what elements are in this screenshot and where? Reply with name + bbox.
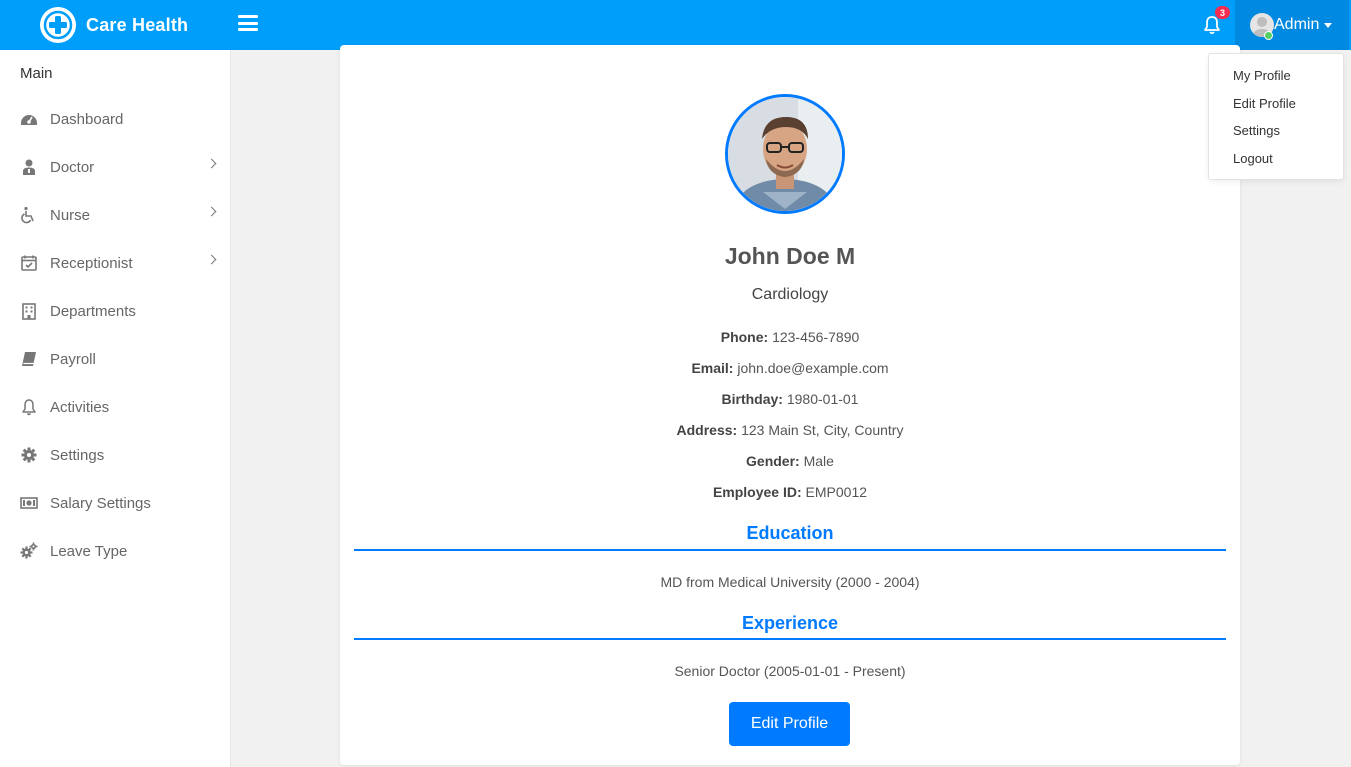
online-status-dot bbox=[1264, 31, 1273, 40]
sidebar-item-label: Settings bbox=[50, 446, 105, 464]
info-employee-id: Employee ID: EMP0012 bbox=[340, 484, 1240, 500]
sidebar-item-label: Dashboard bbox=[50, 110, 124, 128]
doctor-icon bbox=[20, 158, 38, 176]
sidebar-item-dashboard[interactable]: Dashboard bbox=[0, 95, 231, 143]
user-dropdown-menu: My Profile Edit Profile Settings Logout bbox=[1208, 53, 1344, 180]
experience-divider bbox=[354, 638, 1226, 640]
field-value: john.doe@example.com bbox=[737, 360, 889, 376]
menu-item-settings[interactable]: Settings bbox=[1233, 123, 1280, 138]
top-header: Care Health bbox=[0, 0, 1351, 50]
building-icon bbox=[20, 302, 38, 320]
education-heading: Education bbox=[746, 523, 834, 543]
brand-name: Care Health bbox=[86, 14, 189, 35]
profile-photo bbox=[725, 94, 845, 214]
profile-card: John Doe M Cardiology Phone: 123-456-789… bbox=[340, 45, 1240, 765]
field-value: 1980-01-01 bbox=[786, 391, 859, 407]
profile-name: John Doe M bbox=[724, 243, 856, 269]
sidebar-item-departments[interactable]: Departments bbox=[0, 287, 231, 335]
info-birthday: Birthday: 1980-01-01 bbox=[340, 391, 1240, 407]
bell-icon bbox=[20, 398, 38, 416]
experience-heading: Experience bbox=[741, 613, 839, 633]
caret-down-icon bbox=[1324, 22, 1333, 28]
sidebar-item-settings[interactable]: Settings bbox=[0, 431, 231, 479]
sidebar-item-label: Receptionist bbox=[50, 254, 133, 272]
dashboard-icon bbox=[20, 110, 38, 128]
info-address: Address: 123 Main St, City, Country bbox=[340, 422, 1240, 438]
book-icon bbox=[20, 350, 38, 368]
sidebar-item-label: Payroll bbox=[50, 350, 96, 368]
gears-icon bbox=[20, 542, 38, 560]
info-gender: Gender: Male bbox=[340, 453, 1240, 469]
user-name: Admin bbox=[1274, 16, 1320, 33]
field-value: EMP0012 bbox=[805, 484, 868, 500]
brand[interactable]: Care Health bbox=[40, 7, 188, 43]
info-phone: Phone: 123-456-7890 bbox=[340, 329, 1240, 345]
field-label: Phone: bbox=[720, 329, 769, 345]
sidebar-item-salary-settings[interactable]: Salary Settings bbox=[0, 479, 231, 527]
calendar-check-icon bbox=[20, 254, 38, 272]
sidebar-item-label: Leave Type bbox=[50, 542, 128, 560]
field-value: 123-456-7890 bbox=[772, 329, 860, 345]
menu-item-logout[interactable]: Logout bbox=[1233, 151, 1273, 166]
sidebar-item-leave-type[interactable]: Leave Type bbox=[0, 527, 231, 575]
sidebar-item-label: Salary Settings bbox=[50, 494, 151, 512]
sidebar-item-payroll[interactable]: Payroll bbox=[0, 335, 231, 383]
sidebar-item-receptionist[interactable]: Receptionist bbox=[0, 239, 231, 287]
sidebar-item-label: Activities bbox=[50, 398, 110, 416]
field-label: Birthday: bbox=[721, 391, 783, 407]
field-label: Employee ID: bbox=[712, 484, 802, 500]
field-label: Email: bbox=[691, 360, 734, 376]
field-label: Gender: bbox=[746, 453, 800, 469]
chevron-right-icon bbox=[206, 254, 217, 265]
edit-profile-button[interactable]: Edit Profile bbox=[729, 702, 850, 746]
menu-item-my-profile[interactable]: My Profile bbox=[1233, 68, 1291, 83]
hamburger-menu-icon[interactable] bbox=[238, 15, 258, 35]
sidebar-item-activities[interactable]: Activities bbox=[0, 383, 231, 431]
experience-text: Senior Doctor (2005-01-01 - Present) bbox=[674, 663, 906, 679]
field-label: Address: bbox=[676, 422, 738, 438]
sidebar-title: Main bbox=[20, 65, 53, 82]
education-text: MD from Medical University (2000 - 2004) bbox=[660, 574, 920, 590]
profile-department: Cardiology bbox=[751, 286, 829, 303]
field-value: 123 Main St, City, Country bbox=[741, 422, 904, 438]
info-email: Email: john.doe@example.com bbox=[340, 360, 1240, 376]
sidebar: Main Dashboard Doctor Nurse Receptionist… bbox=[0, 50, 231, 767]
sidebar-item-doctor[interactable]: Doctor bbox=[0, 143, 231, 191]
education-divider bbox=[354, 549, 1226, 551]
sidebar-item-label: Departments bbox=[50, 302, 136, 320]
sidebar-item-nurse[interactable]: Nurse bbox=[0, 191, 231, 239]
chevron-right-icon bbox=[206, 158, 217, 169]
money-icon bbox=[20, 494, 38, 512]
notification-badge: 3 bbox=[1215, 6, 1230, 19]
chevron-right-icon bbox=[206, 206, 217, 217]
wheelchair-icon bbox=[20, 206, 38, 224]
gear-icon bbox=[20, 446, 38, 464]
logo-icon bbox=[40, 7, 76, 43]
sidebar-item-label: Doctor bbox=[50, 158, 95, 176]
field-value: Male bbox=[803, 453, 834, 469]
menu-item-edit-profile[interactable]: Edit Profile bbox=[1233, 96, 1296, 111]
sidebar-item-label: Nurse bbox=[50, 206, 91, 224]
user-menu[interactable]: Admin bbox=[1235, 0, 1349, 50]
